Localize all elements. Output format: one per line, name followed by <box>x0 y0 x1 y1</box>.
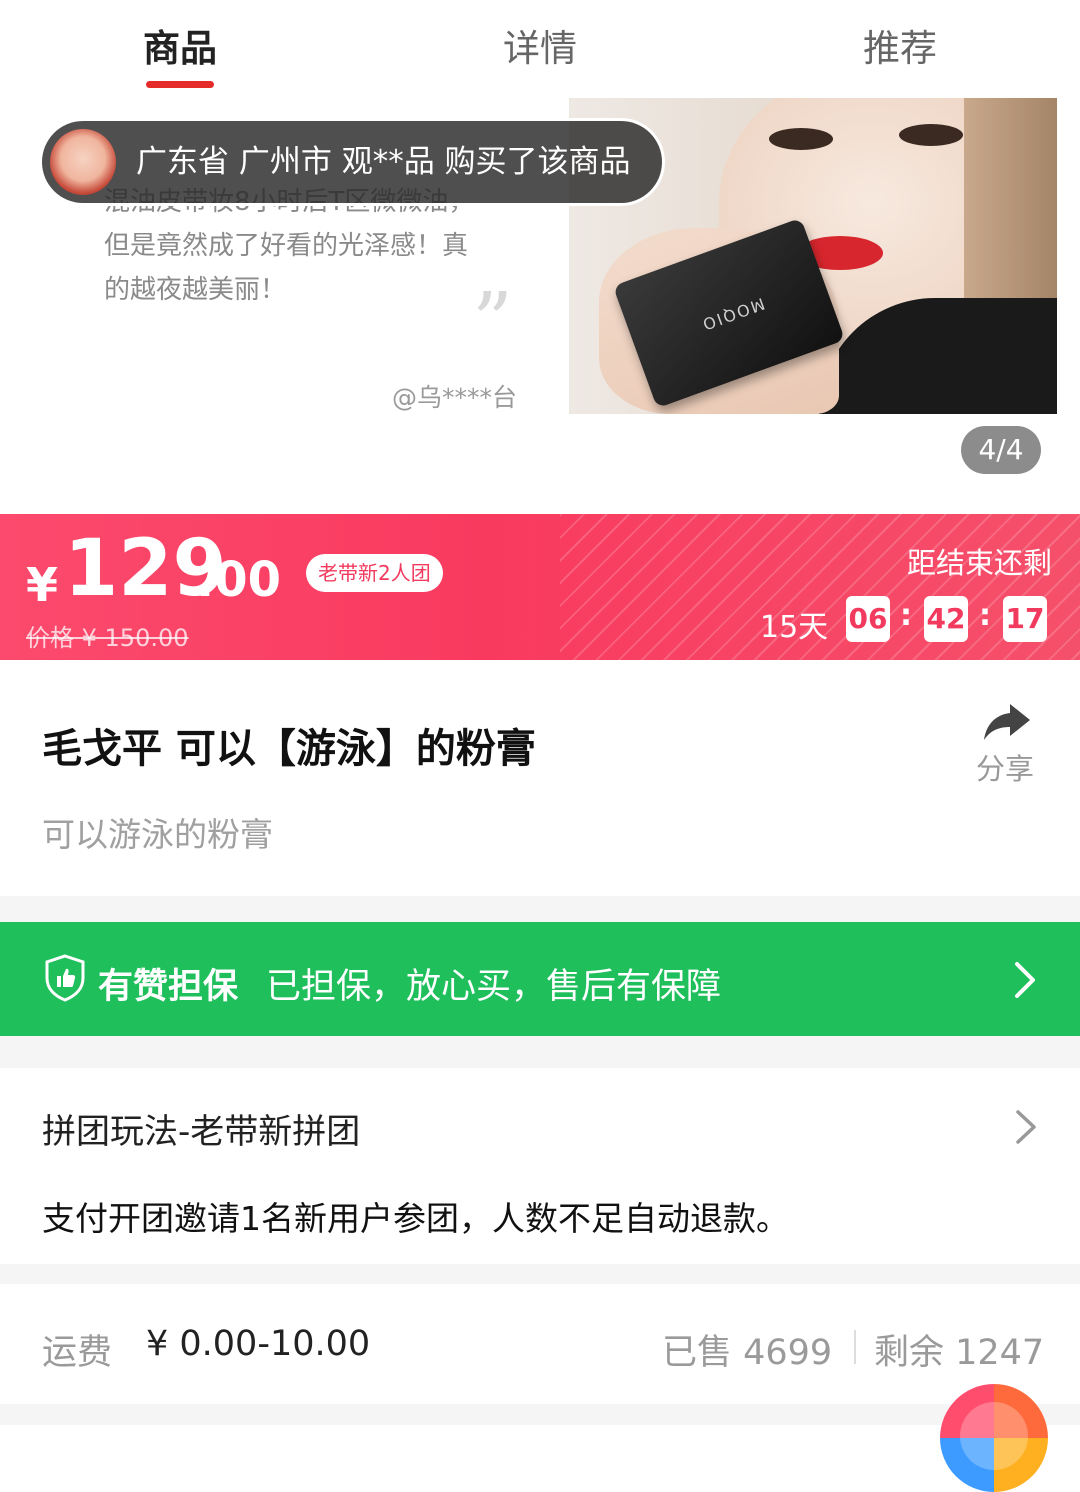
buyer-avatar <box>50 129 116 195</box>
guarantee-description: 已担保，放心买，售后有保障 <box>266 967 722 1007</box>
review-line: 的越夜越美丽！ <box>104 275 287 305</box>
shipping-label: 运费 <box>42 1333 113 1373</box>
top-tab-bar: 商品 详情 推荐 <box>0 0 1080 98</box>
product-subtitle: 可以游泳的粉膏 <box>42 815 273 854</box>
purchase-notification: 广东省 广州市 观**品 购买了该商品 <box>42 121 662 203</box>
section-divider <box>0 896 1080 922</box>
section-divider <box>0 1036 1080 1068</box>
floating-activity-button[interactable] <box>940 1384 1048 1492</box>
sold-count: 已售 4699 <box>662 1333 833 1373</box>
product-logo: MOQIO <box>698 294 768 335</box>
countdown-seconds: 17 <box>1003 596 1047 642</box>
photo-eye <box>769 128 833 150</box>
image-counter: 4/4 <box>961 426 1041 474</box>
review-author: @乌****台 <box>392 383 518 412</box>
guarantee-bar[interactable]: 有赞担保 已担保，放心买，售后有保障 <box>0 922 1080 1036</box>
guarantee-title: 有赞担保 <box>98 967 239 1007</box>
chevron-right-icon[interactable] <box>1014 1108 1038 1146</box>
review-line: 但是竟然成了好看的光泽感！真 <box>104 231 469 261</box>
shipping-fee: ¥ 0.00-10.00 <box>146 1324 371 1364</box>
original-price: 价格 ¥ 150.00 <box>26 624 189 652</box>
section-divider <box>0 1404 1080 1425</box>
group-badge: 老带新2人团 <box>306 554 443 592</box>
tab-details[interactable]: 详情 <box>420 18 660 72</box>
price-decimal: .00 <box>196 552 282 608</box>
tab-recommend[interactable]: 推荐 <box>780 18 1020 72</box>
countdown-colon: : <box>979 598 991 633</box>
tab-goods[interactable]: 商品 <box>60 18 300 72</box>
countdown-hours: 06 <box>846 596 890 642</box>
quote-mark-icon: ” <box>472 275 513 368</box>
countdown-minutes: 42 <box>924 596 968 642</box>
share-arrow-icon[interactable] <box>982 700 1032 744</box>
section-divider <box>0 1264 1080 1284</box>
group-play-description: 支付开团邀请1名新用户参团，人数不足自动退款。 <box>42 1199 789 1238</box>
price-banner: ¥ 129 .00 老带新2人团 价格 ¥ 150.00 距结束还剩 15天 0… <box>0 514 1080 660</box>
countdown-colon: : <box>900 598 912 633</box>
countdown-label: 距结束还剩 <box>906 546 1052 580</box>
currency-symbol: ¥ <box>26 558 59 612</box>
product-title: 毛戈平 可以【游泳】的粉膏 <box>42 726 536 772</box>
remaining-stock: 剩余 1247 <box>874 1333 1045 1373</box>
group-play-title[interactable]: 拼团玩法-老带新拼团 <box>42 1104 360 1153</box>
share-button[interactable]: 分享 <box>976 746 1034 788</box>
active-tab-indicator <box>146 81 214 88</box>
shield-thumb-icon <box>45 954 85 1002</box>
purchase-notification-text: 广东省 广州市 观**品 购买了该商品 <box>136 144 631 180</box>
floating-button-highlight <box>960 1402 1028 1470</box>
vertical-divider <box>854 1330 856 1364</box>
countdown-days: 15天 <box>760 610 829 645</box>
photo-eye <box>899 124 963 146</box>
chevron-right-icon <box>1015 962 1035 998</box>
